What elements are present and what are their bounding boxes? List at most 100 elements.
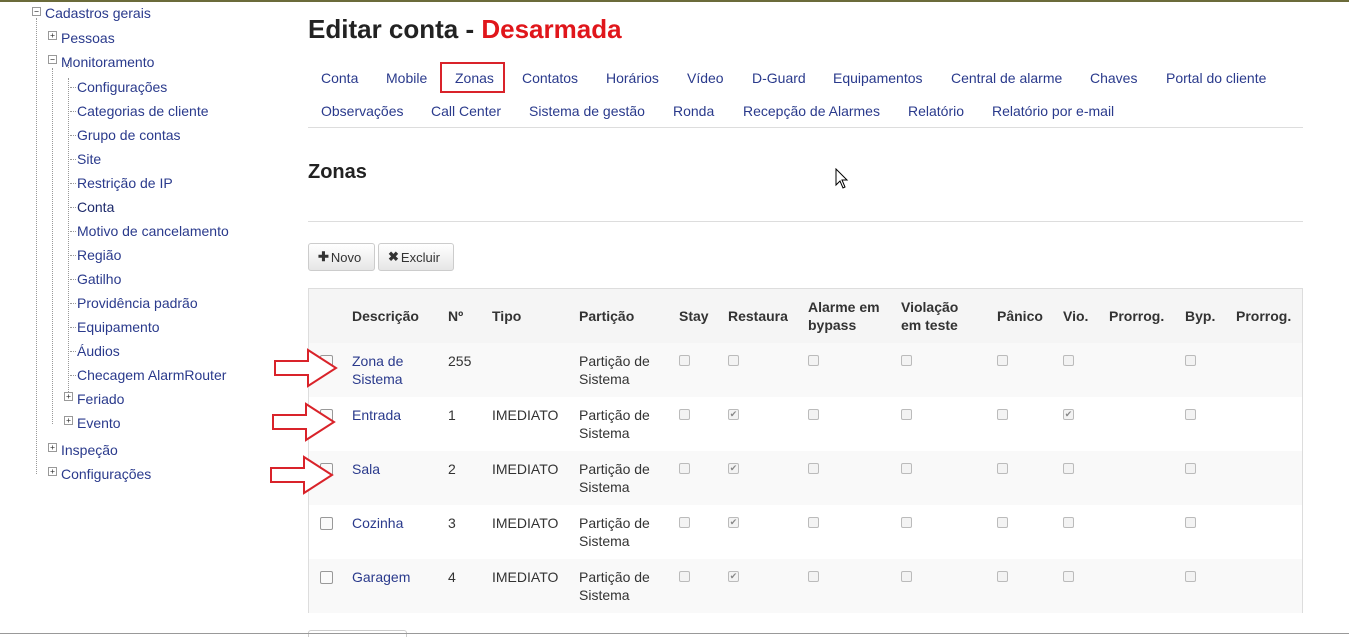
sidebar-item-providencia-padrao[interactable]: Providência padrão [77,295,198,311]
header-alarme-em-bypass[interactable]: Alarme em bypass [808,298,880,334]
tab-horarios[interactable]: Horários [606,70,659,86]
tab-d-guard[interactable]: D-Guard [752,70,806,86]
byp-checkbox [1185,355,1196,366]
tab-zonas[interactable]: Zonas [455,70,494,86]
sidebar-item-evento[interactable]: Evento [77,415,121,431]
tab-observacoes[interactable]: Observações [321,103,403,119]
collapse-icon[interactable]: − [48,55,57,64]
tab-conta[interactable]: Conta [321,70,358,86]
partition-line: Partição de [579,569,650,585]
tab-equipamentos[interactable]: Equipamentos [833,70,923,86]
tree-connector [70,207,76,208]
tab-sistema-de-gestao[interactable]: Sistema de gestão [529,103,645,119]
sidebar-item-cadastros-gerais[interactable]: Cadastros gerais [45,5,151,21]
sidebar-item-conta[interactable]: Conta [77,199,114,215]
zone-description-link[interactable]: Zona de Sistema [352,352,403,388]
sidebar-item-restricao-de-ip[interactable]: Restrição de IP [77,175,173,191]
violacao-teste-checkbox [901,409,912,420]
expand-icon[interactable]: + [48,467,57,476]
zone-type: IMEDIATO [492,515,559,531]
restaura-checkbox [728,355,739,366]
table-row[interactable]: Sala 2 IMEDIATO Partição de Sistema ✔ [309,451,1302,505]
expand-icon[interactable]: + [64,416,73,425]
annotation-arrow-icon [270,455,334,495]
tab-recepcao-de-alarmes[interactable]: Recepção de Alarmes [743,103,880,119]
zone-description-link[interactable]: Cozinha [352,514,403,532]
tree-connector [68,78,69,398]
expand-icon[interactable]: + [48,443,57,452]
header-line: em teste [901,317,958,333]
sidebar-item-audios[interactable]: Áudios [77,343,120,359]
header-prorrog-2[interactable]: Prorrog. [1236,307,1291,325]
sidebar-item-grupo-de-contas[interactable]: Grupo de contas [77,127,181,143]
alarme-bypass-checkbox [808,517,819,528]
row-select-checkbox[interactable] [320,571,333,584]
sidebar-item-categorias-de-cliente[interactable]: Categorias de cliente [77,103,209,119]
sidebar-item-inspecao[interactable]: Inspeção [61,442,118,458]
zone-partition: Partição de Sistema [579,352,650,388]
section-title: Zonas [308,161,367,183]
new-button[interactable]: ✚ Novo [308,243,375,271]
sidebar-item-gatilho[interactable]: Gatilho [77,271,121,287]
header-restaura[interactable]: Restaura [728,307,788,325]
partition-line: Partição de [579,515,650,531]
sidebar-item-monitoramento[interactable]: Monitoramento [61,54,154,70]
byp-checkbox [1185,409,1196,420]
tab-central-de-alarme[interactable]: Central de alarme [951,70,1062,86]
header-byp[interactable]: Byp. [1185,307,1215,325]
sidebar-item-regiao[interactable]: Região [77,247,121,263]
panico-checkbox [997,409,1008,420]
panico-checkbox [997,571,1008,582]
expand-icon[interactable]: + [64,392,73,401]
x-icon: ✖ [388,249,399,264]
table-row[interactable]: Garagem 4 IMEDIATO Partição de Sistema ✔ [309,559,1302,613]
vio-checkbox [1063,463,1074,474]
sidebar-item-motivo-de-cancelamento[interactable]: Motivo de cancelamento [77,223,229,239]
tab-bar-divider [308,127,1303,128]
header-numero[interactable]: Nº [448,307,463,325]
sidebar-item-configuracoes[interactable]: Configurações [77,79,167,95]
tab-video[interactable]: Vídeo [687,70,724,86]
tab-call-center[interactable]: Call Center [431,103,501,119]
header-tipo[interactable]: Tipo [492,307,521,325]
header-vio[interactable]: Vio. [1063,307,1088,325]
sidebar-item-feriado[interactable]: Feriado [77,391,124,407]
sidebar-item-pessoas[interactable]: Pessoas [61,30,115,46]
sidebar-item-checagem-alarmrouter[interactable]: Checagem AlarmRouter [77,367,226,383]
zone-description-link[interactable]: Garagem [352,568,410,586]
tab-relatorio[interactable]: Relatório [908,103,964,119]
sidebar-item-configuracoes-geral[interactable]: Configurações [61,466,151,482]
plus-icon: ✚ [318,249,329,264]
zone-type: IMEDIATO [492,461,559,477]
header-stay[interactable]: Stay [679,307,709,325]
tab-mobile[interactable]: Mobile [386,70,427,86]
sidebar-item-equipamento[interactable]: Equipamento [77,319,160,335]
table-row[interactable]: Zona de Sistema 255 Partição de Sistema [309,343,1302,397]
zone-partition: Partição de Sistema [579,460,650,496]
header-particao[interactable]: Partição [579,307,634,325]
tab-chaves[interactable]: Chaves [1090,70,1137,86]
expand-icon[interactable]: + [48,31,57,40]
table-row[interactable]: Cozinha 3 IMEDIATO Partição de Sistema ✔ [309,505,1302,559]
header-panico[interactable]: Pânico [997,307,1043,325]
stay-checkbox [679,355,690,366]
restaura-checkbox-checked: ✔ [728,571,739,582]
tab-portal-do-cliente[interactable]: Portal do cliente [1166,70,1266,86]
header-line: Alarme em [808,299,880,315]
zone-description-link[interactable]: Entrada [352,406,401,424]
tab-relatorio-por-email[interactable]: Relatório por e-mail [992,103,1114,119]
header-prorrog[interactable]: Prorrog. [1109,307,1164,325]
row-select-checkbox[interactable] [320,517,333,530]
restaura-checkbox-checked: ✔ [728,517,739,528]
header-violacao-em-teste[interactable]: Violação em teste [901,298,958,334]
zone-description-link[interactable]: Sala [352,460,380,478]
table-row[interactable]: Entrada 1 IMEDIATO Partição de Sistema ✔ … [309,397,1302,451]
delete-button[interactable]: ✖ Excluir [378,243,454,271]
account-status: Desarmada [481,14,622,44]
header-descricao[interactable]: Descrição [352,307,419,325]
tab-ronda[interactable]: Ronda [673,103,714,119]
collapse-icon[interactable]: − [32,7,41,16]
tab-contatos[interactable]: Contatos [522,70,578,86]
sidebar-item-site[interactable]: Site [77,151,101,167]
tree-connector [70,279,76,280]
